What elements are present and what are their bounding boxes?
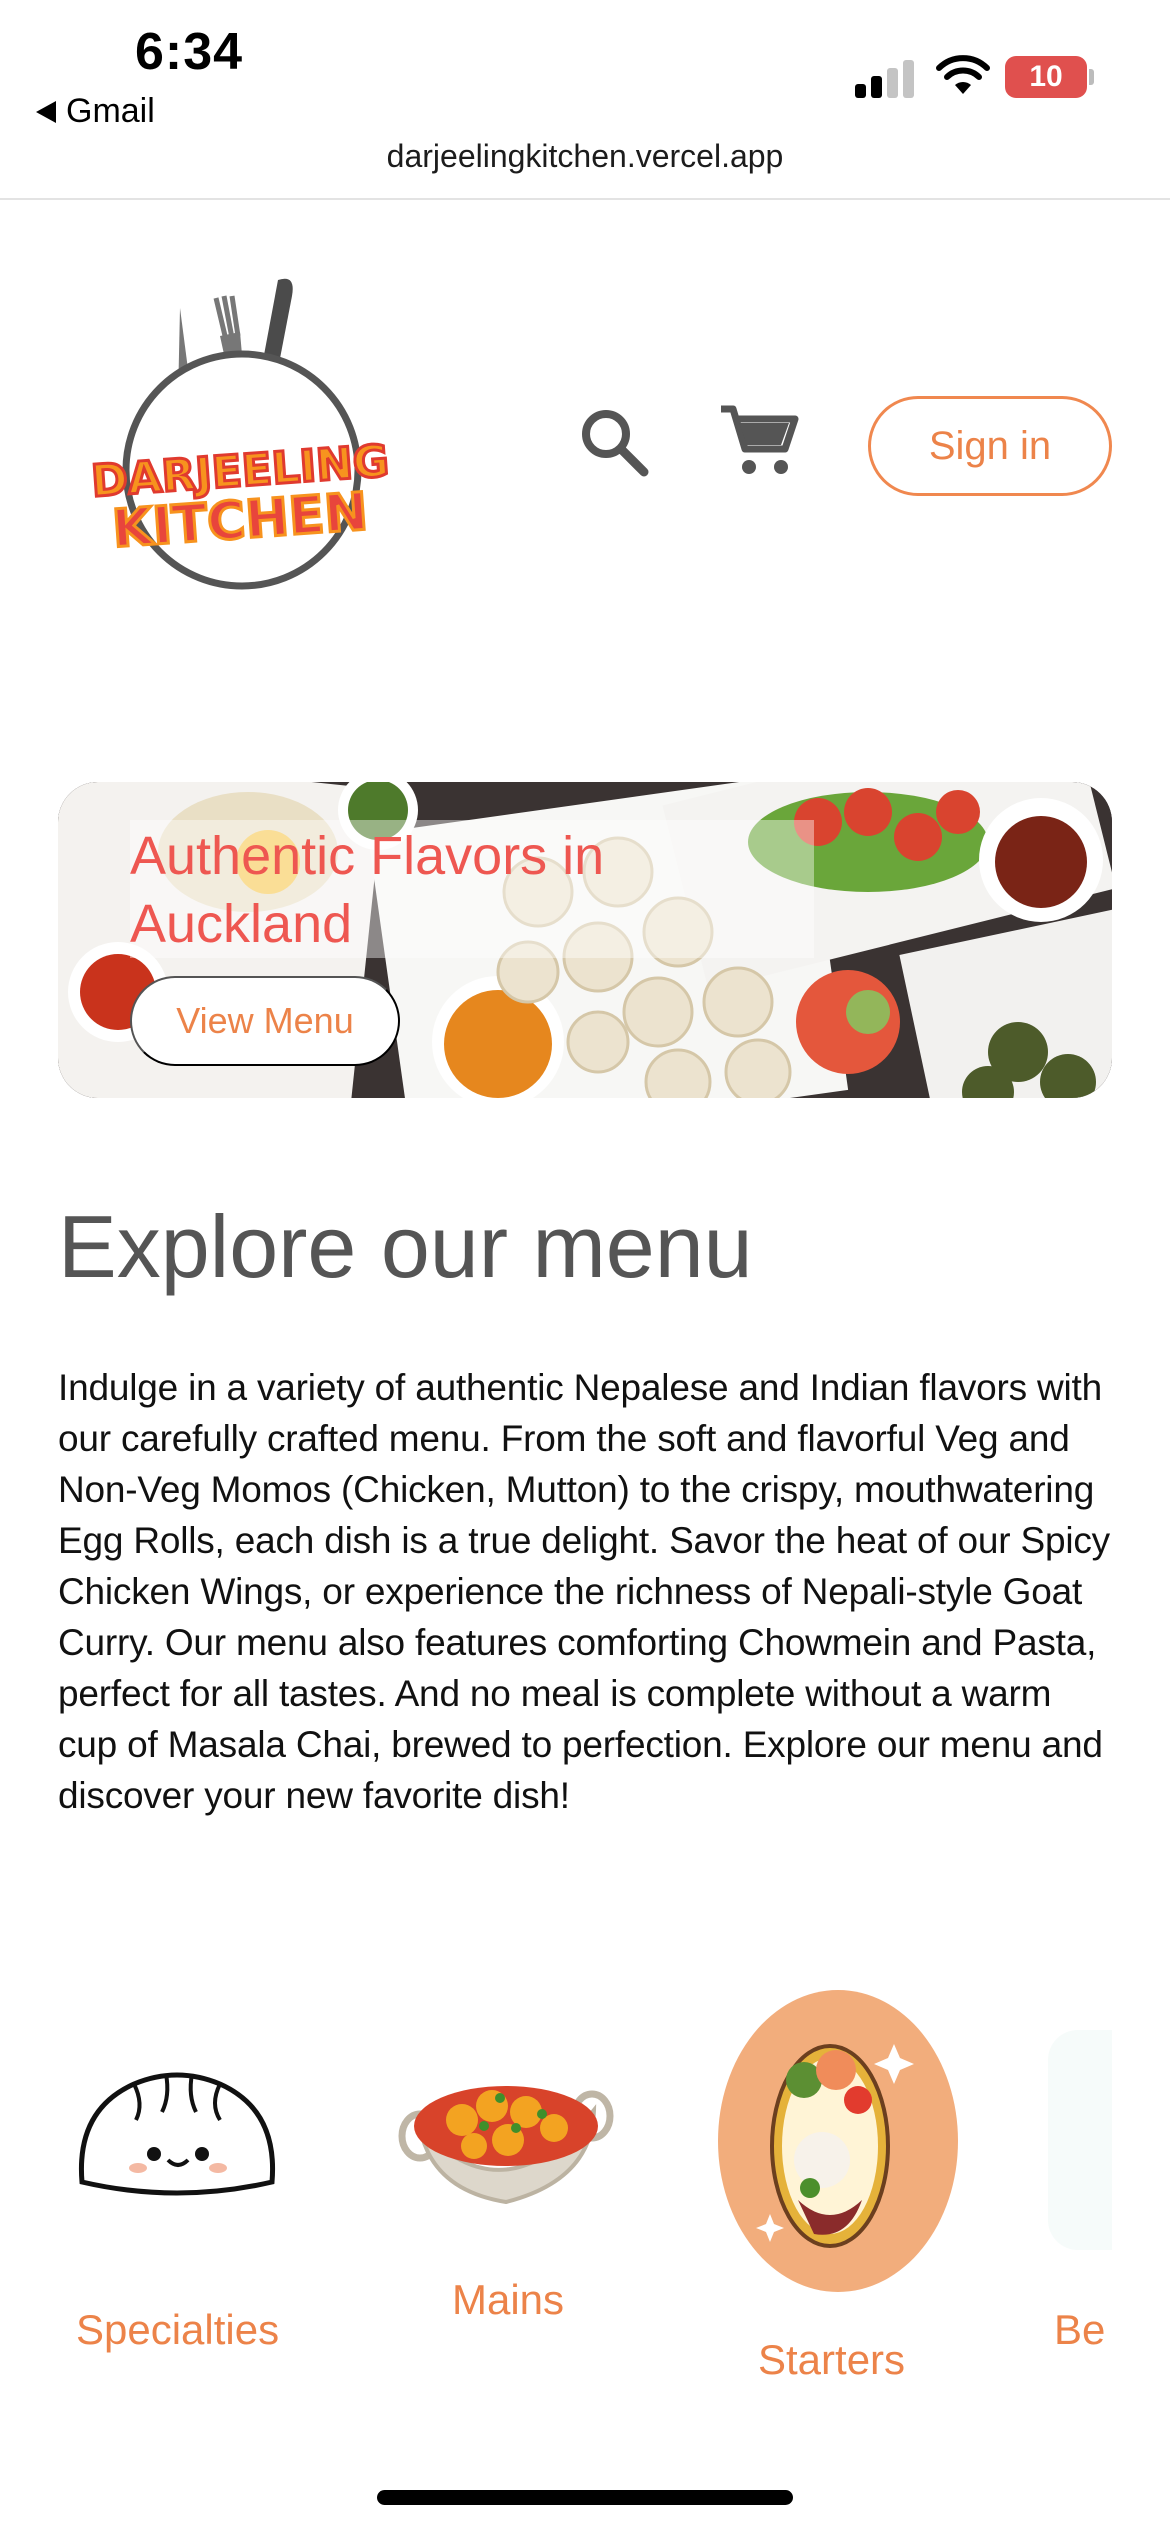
category-specialties[interactable]: Specialties <box>58 1990 288 2410</box>
back-to-app-button[interactable]: Gmail <box>36 92 155 131</box>
signal-icon <box>855 58 915 98</box>
explore-menu-heading: Explore our menu <box>58 1197 753 1296</box>
hero-banner: Authentic Flavors in Auckland View Menu <box>58 782 1112 1098</box>
category-label: Specialties <box>76 2306 280 2353</box>
sign-in-button[interactable]: Sign in <box>868 396 1112 496</box>
view-menu-button[interactable]: View Menu <box>130 976 400 1066</box>
category-label: Starters <box>758 2336 906 2383</box>
url-bar[interactable]: darjeelingkitchen.vercel.app <box>0 138 1170 175</box>
cart-icon <box>721 405 799 474</box>
bento-box-icon <box>718 1990 958 2292</box>
momo-icon <box>78 2072 276 2196</box>
category-mains[interactable]: Mains <box>388 1990 618 2410</box>
wifi-icon <box>936 55 990 94</box>
category-starters[interactable]: Starters <box>718 1990 958 2410</box>
category-label: Be <box>1054 2306 1106 2353</box>
explore-menu-description: Indulge in a variety of authentic Nepale… <box>58 1367 1110 1816</box>
status-bar: 6:34 Gmail 10 darjeelingkitchen.vercel.a… <box>0 0 1170 200</box>
search-button[interactable] <box>572 400 656 484</box>
category-carousel[interactable]: Specialties Mains Starters Be <box>58 1990 1112 2410</box>
battery-cap <box>1089 69 1094 85</box>
darjeeling-kitchen-logo[interactable]: DARJEELING KITCHEN <box>70 270 410 610</box>
back-arrow-icon <box>36 100 56 123</box>
status-time: 6:34 <box>135 23 244 81</box>
category-label: Mains <box>452 2276 565 2323</box>
search-icon <box>582 410 649 477</box>
category-beverages-partial[interactable]: Be <box>1048 1990 1112 2410</box>
battery-icon: 10 <box>1005 56 1087 98</box>
cart-button[interactable] <box>714 398 804 484</box>
home-indicator[interactable] <box>377 2490 793 2505</box>
hero-title: Authentic Flavors in Auckland <box>130 826 605 954</box>
battery-level: 10 <box>1029 60 1063 93</box>
category-image-partial <box>1048 2030 1112 2250</box>
curry-bowl-icon <box>398 2086 614 2205</box>
back-app-label: Gmail <box>66 92 155 130</box>
